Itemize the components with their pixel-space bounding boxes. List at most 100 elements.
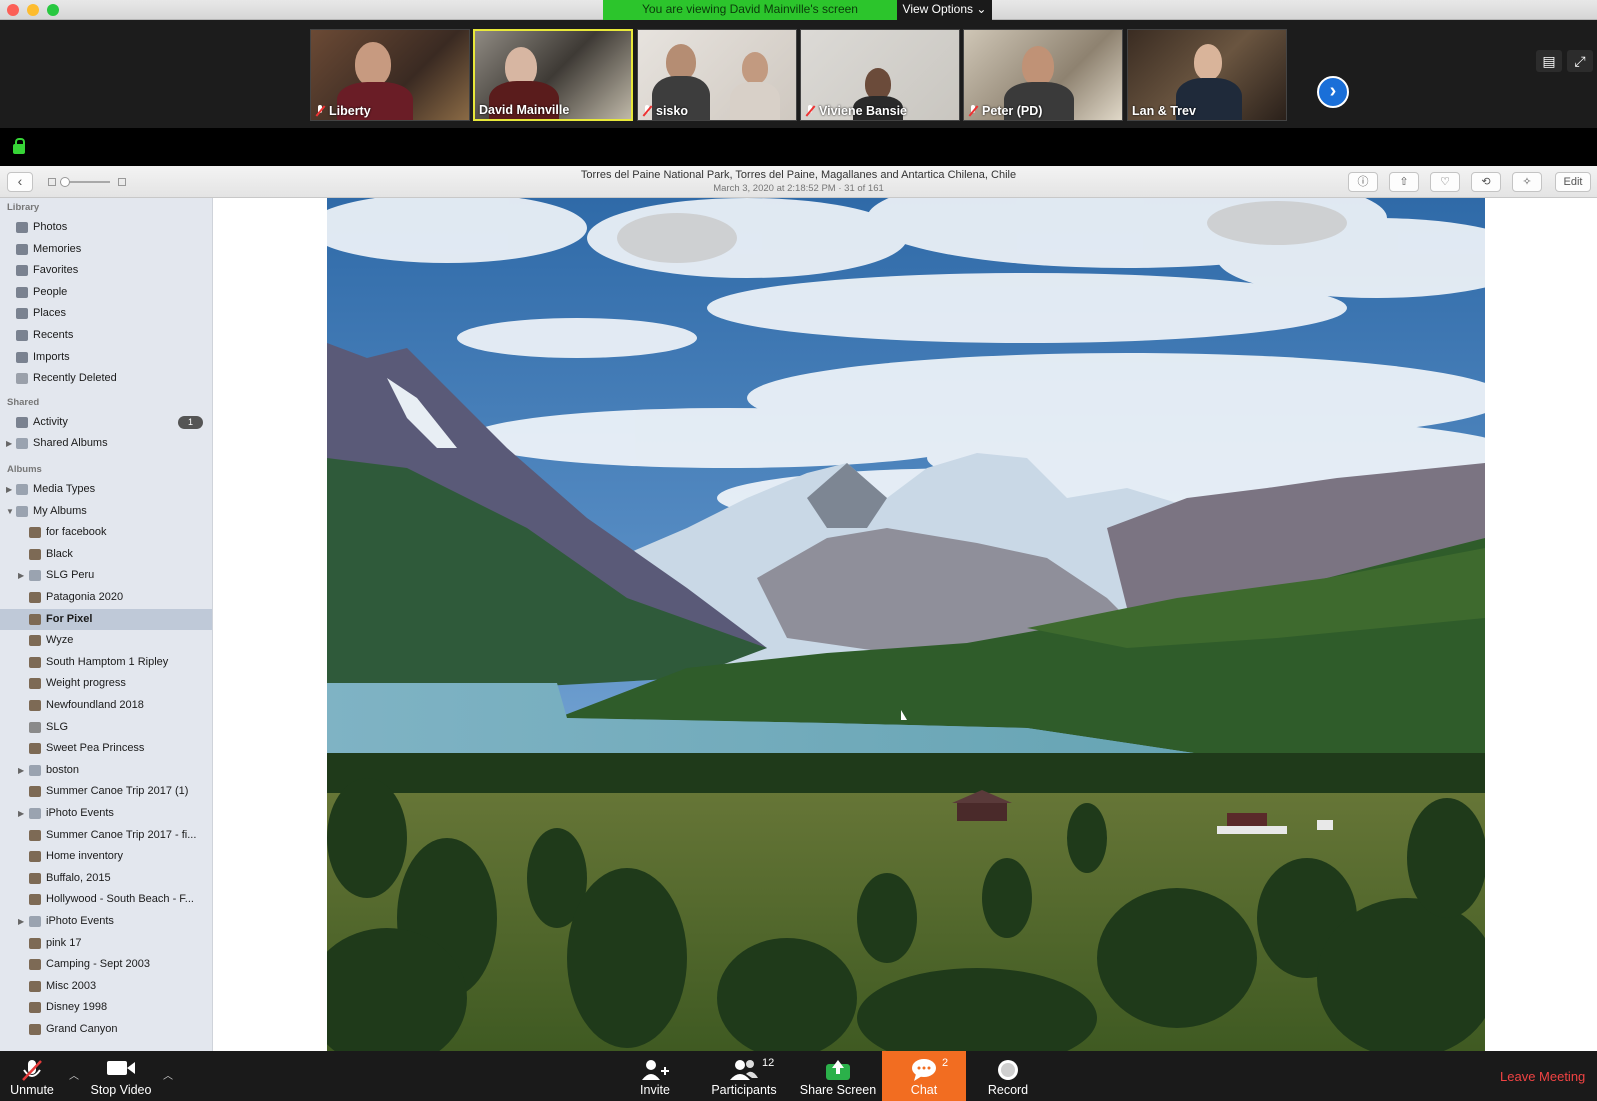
disclosure-closed-icon[interactable]: ▶ [6, 479, 12, 500]
album-icon [29, 656, 41, 668]
disclosure-closed-icon[interactable]: ▶ [18, 760, 24, 781]
video-options-chevron-icon[interactable]: ︿ [163, 1067, 173, 1082]
sidebar-item-label: Misc 2003 [46, 979, 97, 992]
muted-mic-icon [315, 105, 325, 117]
participant-tile[interactable]: Lan & Trev [1127, 29, 1287, 121]
minimize-window-icon[interactable] [27, 4, 39, 16]
sidebar-album-item[interactable]: Weight progress [0, 673, 212, 694]
pin-icon [16, 308, 28, 320]
sidebar-album-item[interactable]: ▶ Media Types [0, 479, 212, 500]
invite-button[interactable]: Invite [628, 1051, 682, 1101]
disclosure-closed-icon[interactable]: ▶ [18, 911, 24, 932]
sidebar-item-imports[interactable]: Imports [0, 347, 212, 368]
sidebar-item-label: Sweet Pea Princess [46, 742, 145, 755]
participant-tile-active-speaker[interactable]: David Mainville [473, 29, 633, 121]
sidebar-item-recently-deleted[interactable]: Recently Deleted [0, 368, 212, 389]
sidebar-album-item[interactable]: ▶ iPhoto Events [0, 911, 212, 932]
view-options-button[interactable]: View Options ⌄ [897, 0, 992, 20]
sidebar-album-item[interactable]: ▶ SLG Peru [0, 565, 212, 586]
sidebar-album-item[interactable]: For Pixel [0, 608, 212, 630]
sidebar-item-label: People [33, 285, 68, 298]
audio-options-chevron-icon[interactable]: ︿ [69, 1067, 79, 1082]
sidebar-album-item[interactable]: Hollywood - South Beach - F... [0, 889, 212, 910]
sidebar-album-item[interactable]: Buffalo, 2015 [0, 868, 212, 889]
sidebar-album-item[interactable]: Black [0, 544, 212, 565]
next-page-arrow-icon[interactable]: › [1317, 76, 1349, 108]
albums-header: Albums [7, 464, 42, 475]
sidebar-album-item[interactable]: Disney 1998 [0, 997, 212, 1018]
sidebar-album-item[interactable]: Summer Canoe Trip 2017 - fi... [0, 825, 212, 846]
sidebar-album-item[interactable]: Summer Canoe Trip 2017 (1) [0, 781, 212, 802]
sidebar-item-shared-albums[interactable]: ▶ Shared Albums [0, 433, 212, 454]
participants-button[interactable]: 12 Participants [704, 1051, 784, 1101]
sidebar-item-memories[interactable]: Memories [0, 239, 212, 260]
participant-tile[interactable]: sisko [637, 29, 797, 121]
sidebar-item-favorites[interactable]: Favorites [0, 260, 212, 281]
participant-name-text: Lan & Trev [1132, 104, 1196, 118]
chat-bubble-icon [912, 1059, 936, 1081]
sidebar-item-activity[interactable]: Activity 1 [0, 412, 212, 433]
fullscreen-icon[interactable]: ⤢ [1567, 50, 1593, 72]
sidebar-album-item[interactable]: Wyze [0, 630, 212, 651]
muted-mic-icon [22, 1060, 42, 1081]
unmute-button[interactable]: Unmute [0, 1051, 64, 1101]
sidebar-album-item[interactable]: ▶ iPhoto Events [0, 803, 212, 824]
edit-button[interactable]: Edit [1555, 172, 1591, 192]
magic-wand-icon[interactable]: ✧ [1512, 172, 1542, 192]
sidebar-album-item[interactable]: Patagonia 2020 [0, 587, 212, 608]
landscape-photo[interactable] [327, 198, 1485, 1051]
sidebar-album-item[interactable]: Sweet Pea Princess [0, 738, 212, 759]
stop-video-button[interactable]: Stop Video [88, 1051, 154, 1101]
sidebar-album-item[interactable]: for facebook [0, 522, 212, 543]
layout-toggle-icon[interactable]: ▤ [1536, 50, 1562, 72]
share-icon[interactable]: ⇧ [1389, 172, 1419, 192]
sidebar-album-item[interactable]: Home inventory [0, 846, 212, 867]
sidebar-item-photos[interactable]: Photos [0, 217, 212, 238]
sidebar-album-item[interactable]: ▶ boston [0, 760, 212, 781]
record-button[interactable]: Record [980, 1051, 1036, 1101]
sidebar-item-label: iPhoto Events [46, 915, 114, 927]
disclosure-closed-icon[interactable]: ▶ [18, 803, 24, 824]
participant-body [730, 82, 780, 120]
sidebar-item-label: Imports [33, 350, 70, 363]
sidebar-album-item[interactable]: ▼ My Albums [0, 501, 212, 522]
close-window-icon[interactable] [7, 4, 19, 16]
participant-tile[interactable]: Peter (PD) [963, 29, 1123, 121]
sidebar-album-item[interactable]: Camping - Sept 2003 [0, 954, 212, 975]
sidebar-item-label: Buffalo, 2015 [46, 871, 111, 884]
album-icon [29, 851, 41, 863]
disclosure-closed-icon[interactable]: ▶ [6, 433, 12, 454]
sidebar-album-item[interactable]: Newfoundland 2018 [0, 695, 212, 716]
sidebar-album-item[interactable]: Misc 2003 [0, 976, 212, 997]
sidebar-album-item[interactable]: SLG [0, 717, 212, 738]
sidebar-album-item[interactable]: South Hamptom 1 Ripley [0, 652, 212, 673]
rotate-icon[interactable]: ⟲ [1471, 172, 1501, 192]
heart-icon[interactable]: ♡ [1430, 172, 1460, 192]
zoom-meeting-window: You are viewing David Mainville's screen… [0, 0, 1597, 1101]
lock-icon[interactable] [13, 138, 25, 154]
share-screen-button[interactable]: Share Screen [798, 1051, 878, 1101]
participant-tile[interactable]: Liberty [310, 29, 470, 121]
leave-meeting-button[interactable]: Leave Meeting [1500, 1069, 1585, 1084]
sidebar-item-label: Camping - Sept 2003 [46, 958, 150, 971]
info-icon[interactable]: ⓘ [1348, 172, 1378, 192]
album-icon [29, 829, 41, 841]
participant-name-text: Peter (PD) [982, 104, 1043, 118]
sidebar-item-recents[interactable]: Recents [0, 325, 212, 346]
sidebar-item-label: Black [46, 547, 73, 560]
chat-button[interactable]: 2 Chat [882, 1051, 966, 1101]
sidebar-item-label: South Hamptom 1 Ripley [46, 655, 169, 668]
participant-tile[interactable]: Viviene Bansie [800, 29, 960, 121]
participant-avatar [666, 44, 696, 80]
disclosure-closed-icon[interactable]: ▶ [18, 565, 24, 586]
recents-icon [16, 330, 28, 341]
sidebar-album-item[interactable]: Grand Canyon [0, 1019, 212, 1040]
sidebar-item-people[interactable]: People [0, 282, 212, 303]
folder-icon [16, 484, 28, 495]
sidebar-item-label: Memories [33, 242, 82, 255]
activity-badge: 1 [178, 415, 203, 429]
fullscreen-window-icon[interactable] [47, 4, 59, 16]
sidebar-album-item[interactable]: pink 17 [0, 933, 212, 954]
sidebar-item-places[interactable]: Places [0, 303, 212, 324]
disclosure-open-icon[interactable]: ▼ [6, 501, 14, 522]
